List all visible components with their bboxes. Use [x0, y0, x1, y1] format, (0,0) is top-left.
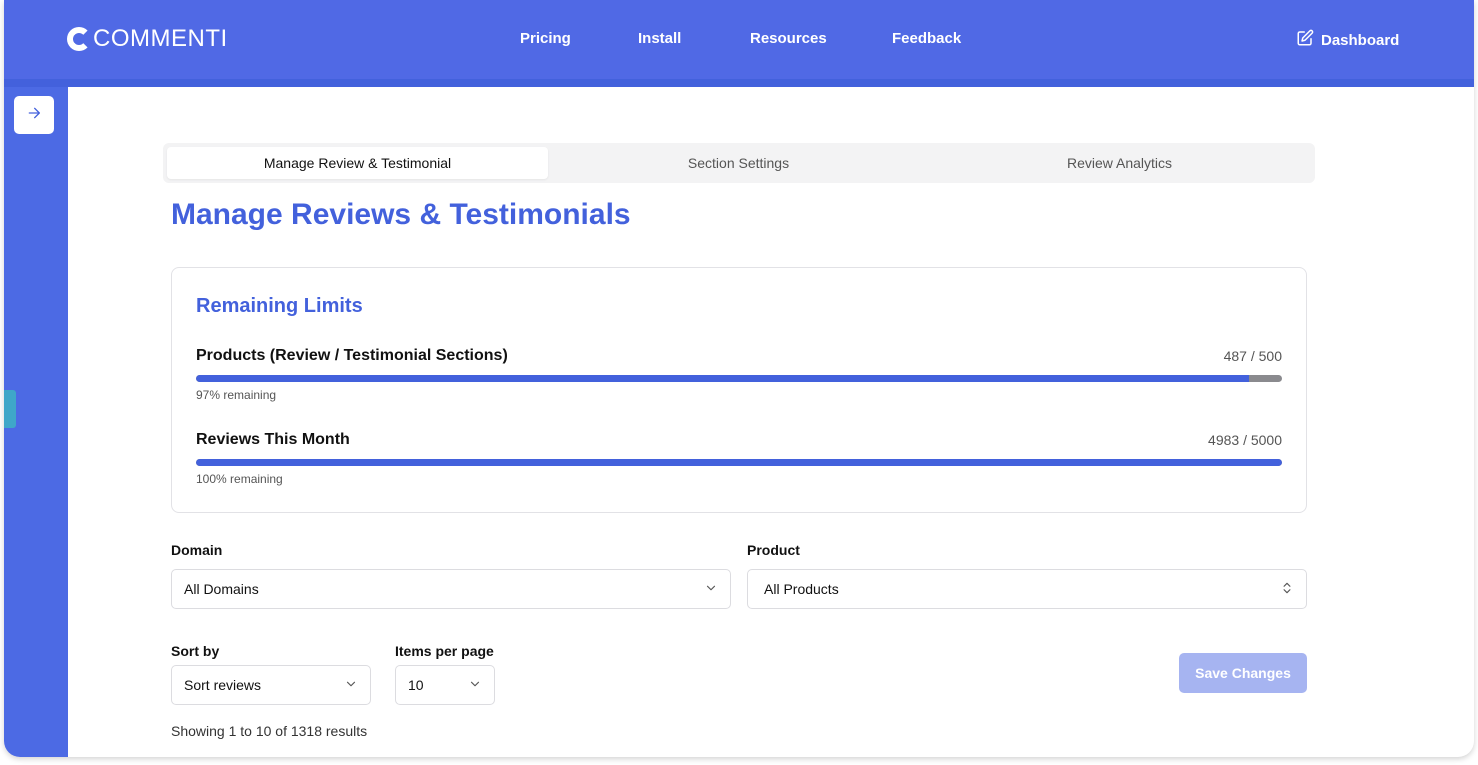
nav-link-pricing[interactable]: Pricing [520, 30, 571, 47]
tab-bar: Manage Review & Testimonial Section Sett… [163, 143, 1315, 183]
side-handle[interactable] [4, 390, 16, 428]
tab-manage-review[interactable]: Manage Review & Testimonial [167, 147, 548, 179]
page-title: Manage Reviews & Testimonials [171, 198, 631, 231]
progress-fill [196, 459, 1282, 466]
dashboard-label: Dashboard [1321, 31, 1400, 49]
sort-value: Sort reviews [184, 677, 262, 693]
nav-link-resources[interactable]: Resources [750, 30, 827, 47]
limits-title: Remaining Limits [196, 295, 363, 317]
progress-fill [196, 375, 1250, 382]
per-page-value: 10 [408, 677, 424, 693]
per-page-select[interactable]: 10 [395, 665, 495, 705]
chevron-down-icon [344, 677, 358, 694]
domain-value: All Domains [184, 581, 259, 597]
sidebar [4, 87, 68, 757]
product-select[interactable]: All Products [747, 569, 1307, 609]
top-nav: COMMENTI Pricing Install Resources Feedb… [4, 0, 1474, 87]
arrow-right-icon [26, 105, 42, 126]
sidebar-toggle-button[interactable] [14, 96, 54, 134]
results-count: Showing 1 to 10 of 1318 results [171, 723, 368, 739]
app-window: COMMENTI Pricing Install Resources Feedb… [4, 0, 1474, 757]
save-changes-button[interactable]: Save Changes [1179, 653, 1307, 693]
tab-section-settings[interactable]: Section Settings [548, 147, 929, 179]
dashboard-link[interactable]: Dashboard [1296, 29, 1399, 51]
product-label: Product [747, 542, 800, 558]
per-page-label: Items per page [395, 643, 494, 659]
chevron-down-icon [704, 581, 718, 598]
chevron-down-icon [468, 677, 482, 694]
edit-icon [1296, 29, 1321, 51]
sort-select[interactable]: Sort reviews [171, 665, 371, 705]
nav-link-feedback[interactable]: Feedback [892, 30, 961, 47]
limit-label: Products (Review / Testimonial Sections) [196, 347, 508, 364]
limit-count: 487 / 500 [1223, 348, 1282, 364]
limit-note: 100% remaining [196, 472, 283, 486]
nav-link-install[interactable]: Install [638, 30, 681, 47]
nav-links: Pricing Install Resources Feedback [4, 30, 1474, 50]
sort-label: Sort by [171, 643, 220, 659]
domain-select[interactable]: All Domains [171, 569, 731, 609]
progress-bar [196, 459, 1282, 466]
tab-review-analytics[interactable]: Review Analytics [929, 147, 1310, 179]
limits-card: Remaining Limits Products (Review / Test… [171, 267, 1307, 513]
domain-label: Domain [171, 542, 223, 558]
limit-note: 97% remaining [196, 388, 277, 402]
limit-count: 4983 / 5000 [1208, 432, 1282, 448]
chevrons-up-down-icon [1280, 581, 1294, 598]
limit-label: Reviews This Month [196, 431, 350, 448]
product-value: All Products [764, 581, 839, 597]
progress-bar [196, 375, 1282, 382]
